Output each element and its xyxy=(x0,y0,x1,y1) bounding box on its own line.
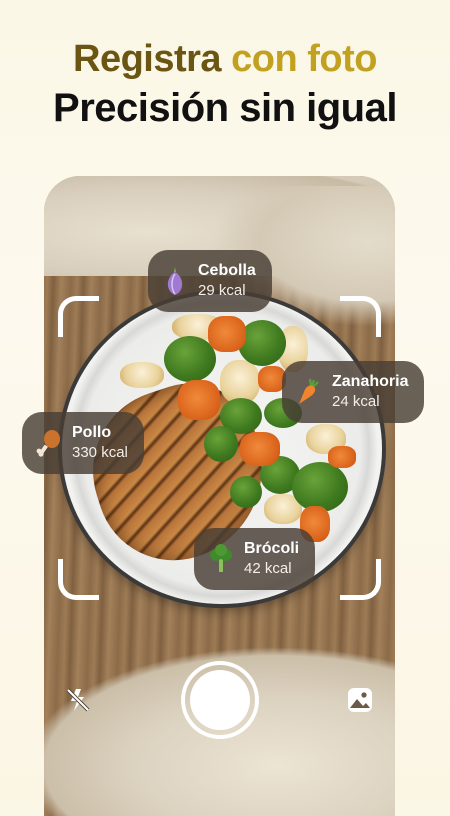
scan-frame-corner-bottom-right xyxy=(340,559,381,600)
shutter-inner xyxy=(190,670,250,730)
flash-toggle-button[interactable] xyxy=(61,683,95,717)
detection-kcal: 29 kcal xyxy=(198,282,246,299)
headline-registra: Registra xyxy=(73,38,222,80)
detection-tag-cebolla[interactable]: Cebolla 29 kcal xyxy=(148,250,272,312)
scan-frame-corner-top-right xyxy=(340,296,381,337)
broccoli-floret xyxy=(204,426,238,462)
carrot-slice xyxy=(178,380,220,420)
detection-tag-zanahoria[interactable]: Zanahoria 24 kcal xyxy=(282,361,425,423)
carrot-slice xyxy=(240,432,280,466)
detection-tag-pollo[interactable]: Pollo 330 kcal xyxy=(22,412,144,474)
shutter-button[interactable] xyxy=(181,661,259,739)
detection-name: Pollo xyxy=(72,424,112,441)
headline-line-2: Precisión sin igual xyxy=(53,86,397,130)
detection-name: Cebolla xyxy=(198,262,256,279)
carrot-icon xyxy=(296,376,322,408)
broccoli-floret xyxy=(230,476,262,508)
scan-frame-corner-top-left xyxy=(58,296,99,337)
broccoli-icon xyxy=(208,543,234,575)
headline-line-1: Registra con foto xyxy=(0,38,450,81)
detection-tag-brocoli[interactable]: Brócoli 42 kcal xyxy=(194,528,316,590)
carrot-slice xyxy=(328,446,356,468)
detection-name: Zanahoria xyxy=(332,373,409,390)
detection-name: Brócoli xyxy=(244,540,300,557)
onion-icon xyxy=(162,265,188,297)
carrot-slice xyxy=(208,316,246,352)
headline-con-foto: con foto xyxy=(231,38,377,80)
broccoli-floret xyxy=(292,462,348,512)
detection-kcal: 42 kcal xyxy=(244,560,292,577)
flash-off-icon xyxy=(66,688,90,712)
detection-kcal: 24 kcal xyxy=(332,393,380,410)
onion-slice xyxy=(120,362,164,388)
gallery-button[interactable] xyxy=(343,683,377,717)
gallery-icon xyxy=(348,688,372,712)
scan-frame-corner-bottom-left xyxy=(58,559,99,600)
detection-kcal: 330 kcal xyxy=(72,444,128,461)
chicken-leg-icon xyxy=(36,427,62,459)
